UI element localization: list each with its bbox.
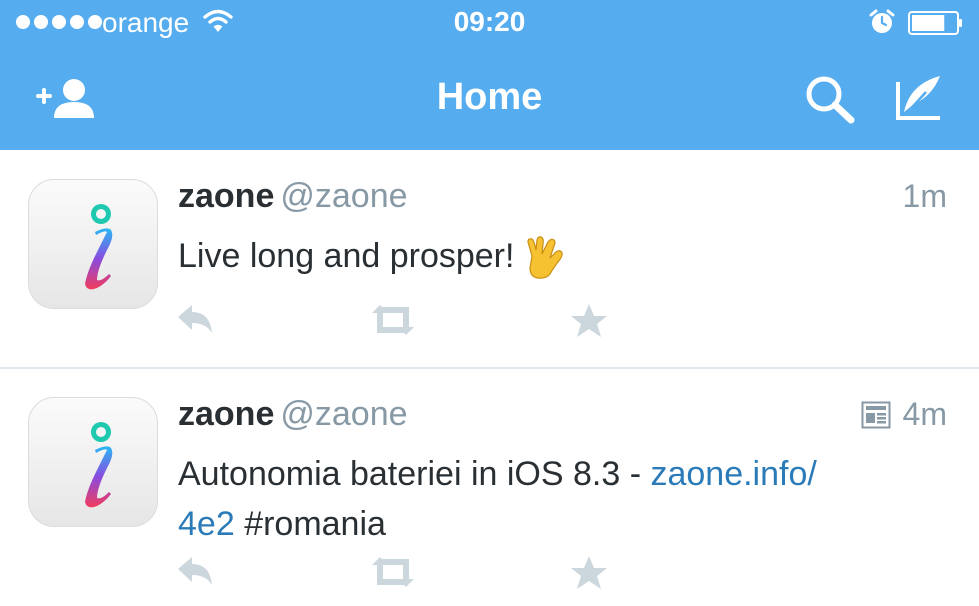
tweet-item[interactable]: zaone @zaone 4m Autonomia bateriei in iOS… xyxy=(0,369,979,606)
reply-icon[interactable] xyxy=(176,555,216,589)
app-logo-icon xyxy=(85,204,113,290)
tweet-link-part1[interactable]: zaone.info/ xyxy=(650,455,816,493)
battery-icon xyxy=(908,11,962,35)
user-handle[interactable]: @zaone xyxy=(280,177,407,215)
tweet-item[interactable]: zaone @zaone 1m Live long and prosper! xyxy=(0,151,979,369)
tweet-text: Autonomia bateriei in iOS 8.3 - zaone.in… xyxy=(178,449,938,549)
compose-tweet-icon[interactable] xyxy=(892,72,946,122)
tweet-text-content: Live long and prosper! xyxy=(178,237,515,275)
user-handle[interactable]: @zaone xyxy=(280,395,407,433)
vulcan-salute-icon xyxy=(527,236,564,279)
user-name[interactable]: zaone xyxy=(178,395,274,433)
tweet-link-part2[interactable]: 4e2 xyxy=(178,505,235,543)
hashtag[interactable]: #romania xyxy=(244,505,386,543)
status-time: 09:20 xyxy=(453,6,526,37)
tweet-text-content: Autonomia bateriei in iOS 8.3 - xyxy=(178,455,651,493)
app-header: orange 09:20 Home xyxy=(0,0,979,150)
alarm-clock-icon xyxy=(869,9,895,33)
reply-icon[interactable] xyxy=(176,303,216,337)
tweet-header: zaone @zaone xyxy=(178,393,408,435)
retweet-icon[interactable] xyxy=(370,303,416,337)
user-name[interactable]: zaone xyxy=(178,177,274,215)
summary-card-icon xyxy=(861,401,891,429)
app-logo-icon xyxy=(85,422,113,508)
avatar[interactable] xyxy=(28,397,158,527)
avatar[interactable] xyxy=(28,179,158,309)
tweet-time: 1m xyxy=(902,178,947,214)
tweet-time: 4m xyxy=(902,396,947,432)
tweet-text: Live long and prosper! xyxy=(178,231,938,281)
retweet-icon[interactable] xyxy=(370,555,416,589)
favorite-star-icon[interactable] xyxy=(570,303,608,339)
search-icon[interactable] xyxy=(804,74,856,124)
favorite-star-icon[interactable] xyxy=(570,555,608,591)
status-bar: orange 09:20 xyxy=(0,0,979,46)
tweet-header: zaone @zaone xyxy=(178,175,408,217)
